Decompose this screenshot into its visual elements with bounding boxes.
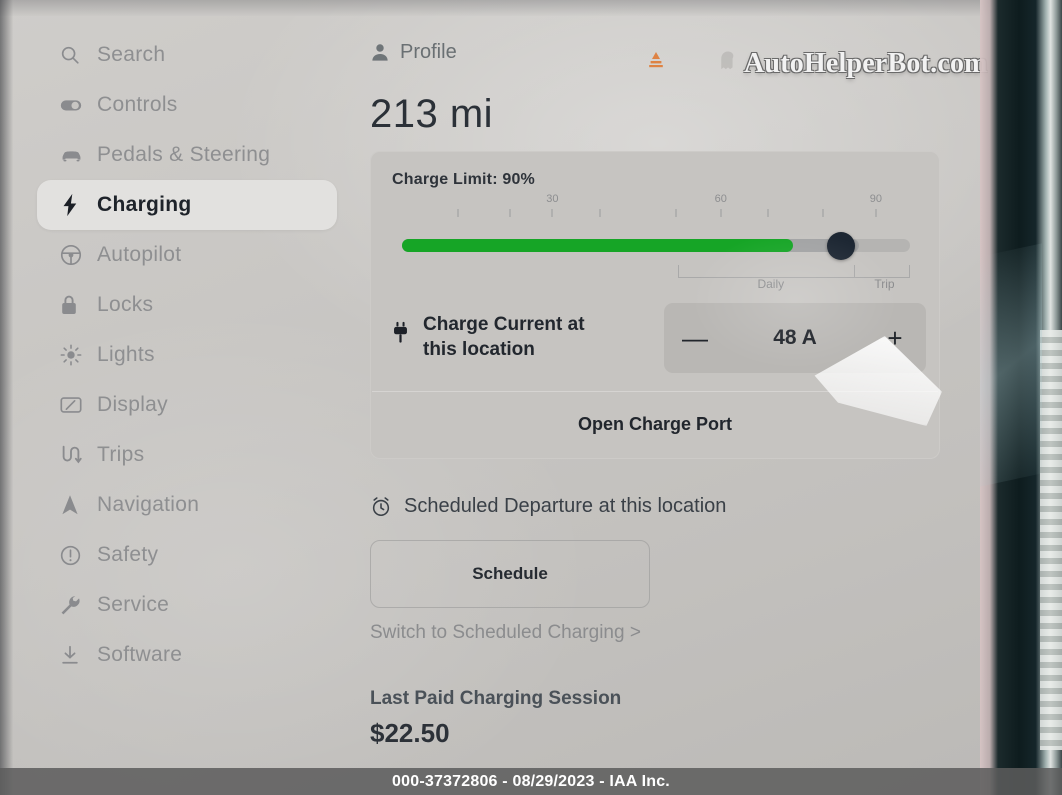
scheduled-departure-heading: Scheduled Departure at this location xyxy=(370,495,970,518)
bezel-reflection xyxy=(980,243,1042,487)
charge-limit-section: Charge Limit: 90% 30 60 90 Daily Trip xyxy=(370,151,940,293)
sidebar-item-software[interactable]: Software xyxy=(37,630,337,680)
open-charge-port-button[interactable]: Open Charge Port xyxy=(370,392,940,459)
slider-tick-label: 30 xyxy=(546,193,559,205)
sidebar-item-label: Search xyxy=(97,43,166,66)
screen-top-shadow xyxy=(0,0,1010,16)
sidebar-item-locks[interactable]: Locks xyxy=(37,280,337,330)
sidebar-item-label: Software xyxy=(97,643,183,666)
sidebar-item-label: Trips xyxy=(97,443,145,466)
sidebar-item-safety[interactable]: Safety xyxy=(37,530,337,580)
sidebar-item-controls[interactable]: Controls xyxy=(37,80,337,130)
auction-banner: 000-37372806 - 08/29/2023 - IAA Inc. xyxy=(0,768,1062,795)
profile-label: Profile xyxy=(400,40,457,63)
charge-current-value: 48 A xyxy=(773,326,817,349)
alarm-clock-icon xyxy=(370,496,392,518)
sidebar-item-charging[interactable]: Charging xyxy=(37,180,337,230)
light-icon xyxy=(59,343,91,367)
schedule-button[interactable]: Schedule xyxy=(370,540,650,608)
window-reflection xyxy=(1040,330,1062,750)
slider-range-labels: Daily Trip xyxy=(678,277,910,293)
car-icon xyxy=(59,143,91,168)
search-icon xyxy=(59,44,91,66)
slider-tick-label: 90 xyxy=(869,193,883,205)
sidebar-item-lights[interactable]: Lights xyxy=(37,330,337,380)
slider-tick-label: 60 xyxy=(714,193,727,205)
sidebar-item-autopilot[interactable]: Autopilot xyxy=(37,230,337,280)
sidebar-item-service[interactable]: Service xyxy=(37,580,337,630)
navigation-icon xyxy=(59,493,91,517)
sidebar-item-label: Service xyxy=(97,593,170,616)
slider-tick-labels: 30 60 90 xyxy=(392,193,918,209)
sidebar-item-label: Pedals & Steering xyxy=(97,143,271,166)
charging-card: Charge Limit: 90% 30 60 90 Daily Trip Ch… xyxy=(370,151,940,459)
slider-ticks xyxy=(392,209,918,221)
charge-limit-label: Charge Limit: 90% xyxy=(392,171,535,188)
main-panel: Profile 213 mi Charge Limit: 90% 30 60 9… xyxy=(370,34,970,749)
download-icon xyxy=(59,644,91,666)
scheduled-departure-label: Scheduled Departure at this location xyxy=(404,495,727,517)
warning-icon xyxy=(59,544,91,567)
toggle-icon xyxy=(59,93,91,117)
trips-icon xyxy=(59,443,91,467)
sidebar-item-label: Charging xyxy=(97,193,192,216)
sidebar-item-trips[interactable]: Trips xyxy=(37,430,337,480)
range-display: 213 mi xyxy=(370,92,494,136)
trip-label: Trip xyxy=(874,277,895,291)
charge-current-label-group: Charge Current at this location xyxy=(392,313,585,362)
last-paid-session-amount: $22.50 xyxy=(370,718,450,748)
sidebar-item-label: Safety xyxy=(97,543,159,566)
decrement-button[interactable]: — xyxy=(664,323,726,354)
person-icon xyxy=(370,42,400,62)
sidebar-item-label: Display xyxy=(97,393,168,416)
plug-icon xyxy=(392,313,409,345)
charge-current-row: Charge Current at this location — 48 A + xyxy=(370,293,940,391)
charge-current-label-line1: Charge Current at xyxy=(423,314,585,336)
sidebar-item-label: Locks xyxy=(97,293,154,316)
sidebar-item-search[interactable]: Search xyxy=(37,30,337,80)
sidebar-item-label: Controls xyxy=(97,93,178,116)
steering-icon xyxy=(59,243,91,267)
sidebar: Search Controls Pedals & Steering Chargi… xyxy=(37,30,337,680)
sidebar-item-label: Autopilot xyxy=(97,243,182,266)
sidebar-item-label: Lights xyxy=(97,343,155,366)
auction-banner-text: 000-37372806 - 08/29/2023 - IAA Inc. xyxy=(392,772,670,790)
display-icon xyxy=(59,394,91,416)
daily-label: Daily xyxy=(757,277,785,291)
sidebar-item-display[interactable]: Display xyxy=(37,380,337,430)
tablet-screenshot: Search Controls Pedals & Steering Chargi… xyxy=(0,0,1062,795)
increment-button[interactable]: + xyxy=(864,323,926,354)
wrench-icon xyxy=(59,594,91,617)
lock-icon xyxy=(59,293,91,317)
charge-current-stepper[interactable]: — 48 A + xyxy=(664,303,926,373)
bracket-divider xyxy=(853,265,855,277)
profile-button[interactable]: Profile xyxy=(370,34,970,70)
charge-current-label-line2: this location xyxy=(423,339,535,360)
sidebar-item-navigation[interactable]: Navigation xyxy=(37,480,337,530)
switch-to-scheduled-charging-link[interactable]: Switch to Scheduled Charging > xyxy=(370,622,970,644)
charge-current-label: Charge Current at this location xyxy=(423,313,585,362)
last-paid-session-title: Last Paid Charging Session xyxy=(370,688,622,709)
sidebar-item-pedals-steering[interactable]: Pedals & Steering xyxy=(37,130,337,180)
slider-filled-green xyxy=(402,239,794,252)
slider-knob[interactable] xyxy=(827,232,856,260)
charge-limit-slider[interactable]: 30 60 90 Daily Trip xyxy=(392,193,918,291)
sidebar-item-label: Navigation xyxy=(97,493,200,516)
bolt-icon xyxy=(59,193,91,217)
screen-left-edge xyxy=(0,0,13,795)
